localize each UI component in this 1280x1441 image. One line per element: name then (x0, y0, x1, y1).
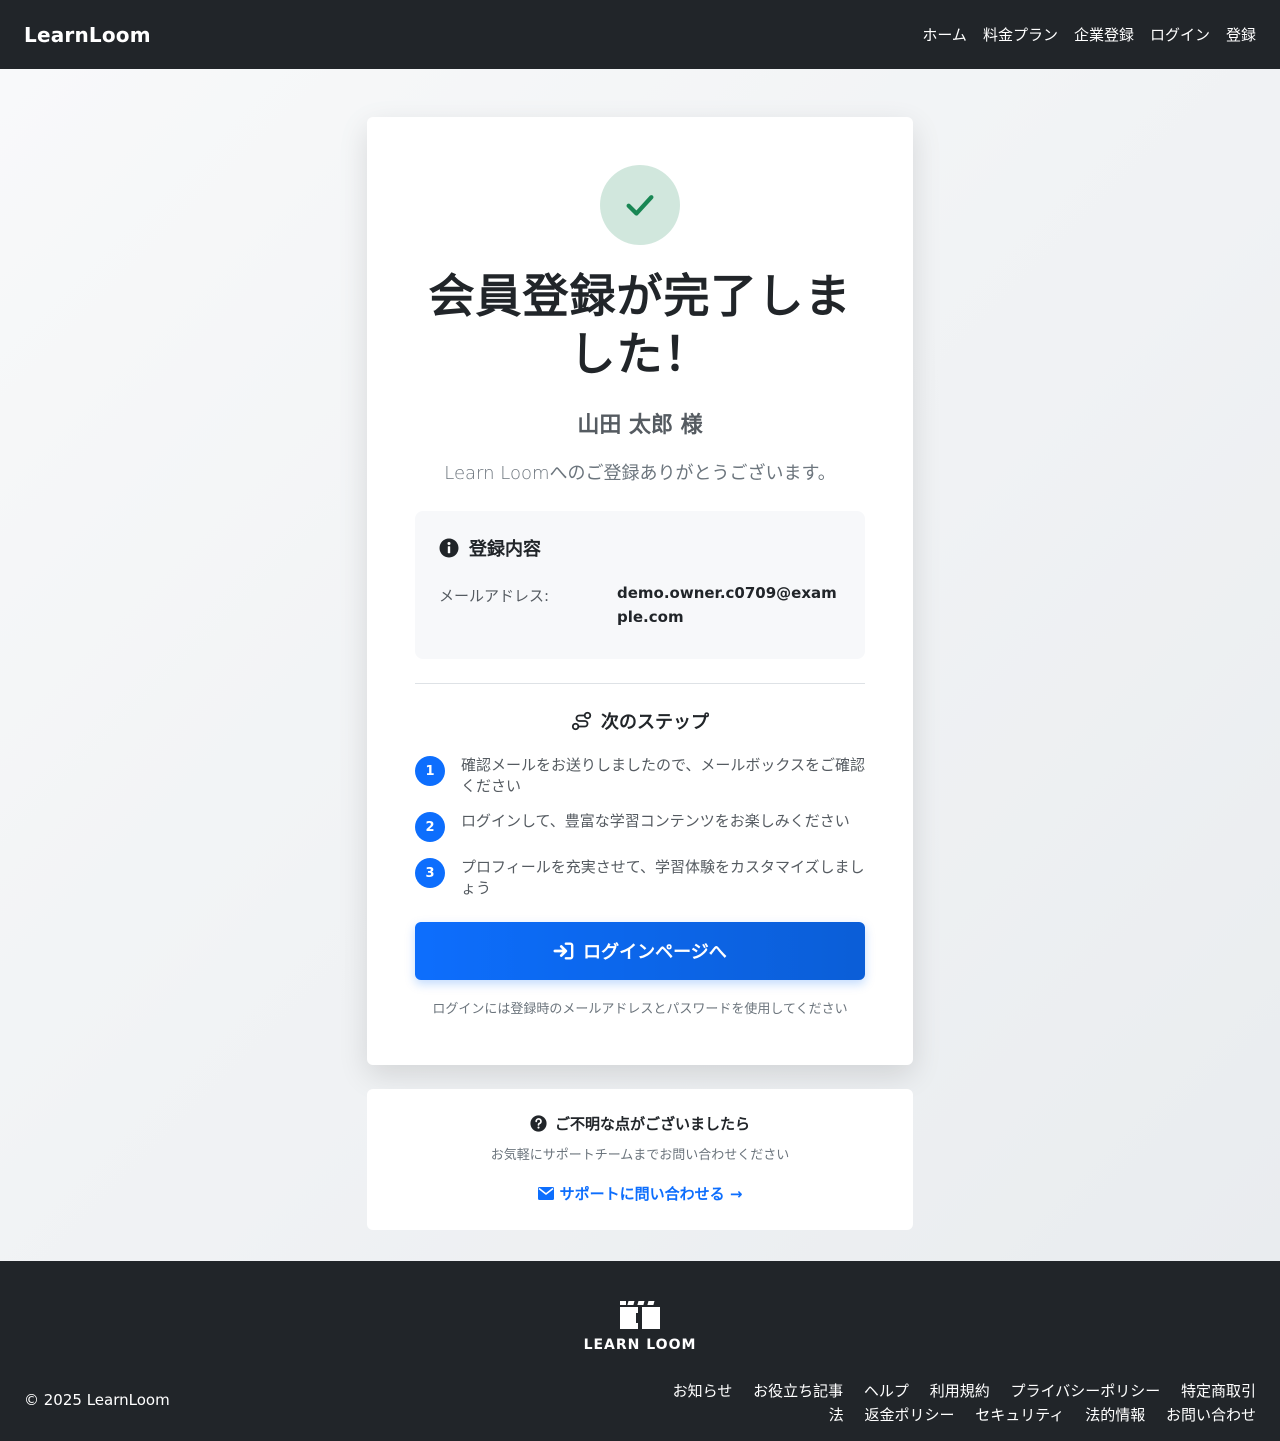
footer-link-news[interactable]: お知らせ (673, 1382, 733, 1400)
main-nav: ホーム 料金プラン 企業登録 ログイン 登録 (922, 24, 1256, 45)
footer-logo[interactable]: LEARN LOOM (0, 1299, 1280, 1353)
step-text: ログインして、豊富な学習コンテンツをお楽しみください (461, 812, 850, 830)
step-item: 2 ログインして、豊富な学習コンテンツをお楽しみください (415, 812, 865, 842)
login-icon (553, 942, 574, 960)
registration-details: 登録内容 メールアドレス: demo.owner.c0709@example.c… (415, 511, 865, 659)
step-text: 確認メールをお送りしましたので、メールボックスをご確認ください (461, 756, 865, 795)
site-footer: LEARN LOOM © 2025 LearnLoom お知らせ お役立ち記事 … (0, 1261, 1280, 1441)
step-item: 1 確認メールをお送りしましたので、メールボックスをご確認ください (415, 756, 865, 796)
success-badge (600, 165, 680, 245)
step-number: 3 (415, 858, 445, 888)
contact-support-link[interactable]: サポートに問い合わせる → (537, 1183, 743, 1204)
login-page-button[interactable]: ログインページへ (415, 922, 865, 980)
page-title: 会員登録が完了しました！ (428, 269, 852, 381)
steps-list: 1 確認メールをお送りしましたので、メールボックスをご確認ください 2 ログイン… (415, 756, 865, 898)
footer-link-legal[interactable]: 法的情報 (1085, 1406, 1145, 1424)
check-icon (626, 195, 654, 216)
route-icon (571, 711, 592, 731)
login-hint: ログインには登録時のメールアドレスとパスワードを使用してください (432, 1002, 848, 1017)
top-navbar: LearnLoom ホーム 料金プラン 企業登録 ログイン 登録 (0, 0, 1280, 69)
support-heading-label: ご不明な点がございましたら (554, 1115, 750, 1133)
footer-link-refund[interactable]: 返金ポリシー (865, 1406, 955, 1424)
footer-links: お知らせ お役立ち記事 ヘルプ 利用規約 プライバシーポリシー 特定商取引法 返… (646, 1379, 1256, 1427)
login-button-label: ログインページへ (583, 942, 727, 963)
step-item: 3 プロフィールを充実させて、学習体験をカスタマイズしましょう (415, 858, 865, 898)
email-label: メールアドレス: (439, 587, 550, 605)
footer-link-terms[interactable]: 利用規約 (930, 1382, 990, 1400)
loom-logo-icon (620, 1301, 660, 1329)
step-number: 2 (415, 812, 445, 842)
main-content: 会員登録が完了しました！ 山田 太郎 様 Learn Loomへのご登録ありがと… (0, 69, 1280, 1261)
footer-link-articles[interactable]: お役立ち記事 (753, 1382, 843, 1400)
thanks-message: Learn Loomへのご登録ありがとうございます。 (444, 463, 836, 484)
email-value: demo.owner.c0709@example.com (617, 584, 837, 626)
footer-link-help[interactable]: ヘルプ (864, 1382, 909, 1400)
next-steps-label: 次のステップ (601, 712, 709, 733)
details-heading-label: 登録内容 (469, 539, 541, 560)
nav-home[interactable]: ホーム (922, 24, 967, 45)
contact-support-label: サポートに問い合わせる → (559, 1185, 743, 1203)
divider (415, 683, 865, 684)
question-icon (530, 1115, 547, 1132)
next-steps-heading: 次のステップ (415, 708, 865, 734)
registration-complete-card: 会員登録が完了しました！ 山田 太郎 様 Learn Loomへのご登録ありがと… (367, 117, 913, 1065)
nav-company-register[interactable]: 企業登録 (1074, 24, 1134, 45)
nav-register[interactable]: 登録 (1226, 24, 1256, 45)
footer-link-privacy[interactable]: プライバシーポリシー (1011, 1382, 1161, 1400)
support-card: ご不明な点がございましたら お気軽にサポートチームまでお問い合わせください サポ… (367, 1089, 913, 1230)
support-heading: ご不明な点がございましたら (367, 1113, 913, 1134)
support-subtitle: お気軽にサポートチームまでお問い合わせください (490, 1148, 790, 1163)
step-number: 1 (415, 756, 445, 786)
footer-link-security[interactable]: セキュリティ (975, 1406, 1064, 1424)
email-row: メールアドレス: demo.owner.c0709@example.com (439, 584, 841, 629)
details-heading: 登録内容 (439, 535, 841, 561)
step-text: プロフィールを充実させて、学習体験をカスタマイズしましょう (461, 858, 865, 897)
nav-login[interactable]: ログイン (1150, 24, 1210, 45)
footer-link-contact[interactable]: お問い合わせ (1166, 1406, 1256, 1424)
user-name: 山田 太郎 様 (577, 413, 703, 438)
footer-logo-text: LEARN LOOM (583, 1337, 697, 1353)
info-icon (439, 538, 459, 558)
envelope-icon (537, 1187, 554, 1200)
copyright: © 2025 LearnLoom (24, 1391, 170, 1409)
nav-pricing[interactable]: 料金プラン (983, 24, 1058, 45)
brand-logo[interactable]: LearnLoom (24, 23, 151, 47)
